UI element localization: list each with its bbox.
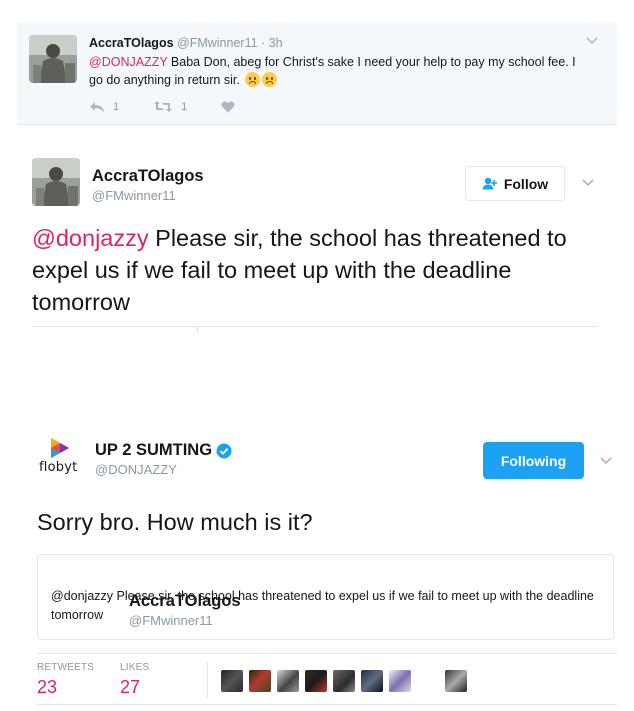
liker-avatar[interactable] bbox=[221, 670, 243, 692]
reply-tweet-text: @DONJAZZY Baba Don, abeg for Christ's sa… bbox=[89, 53, 589, 89]
liker-avatar[interactable] bbox=[361, 670, 383, 692]
follow-label: Follow bbox=[503, 175, 549, 192]
tweet-actions: 1 1 bbox=[89, 100, 269, 113]
follow-button[interactable]: Follow bbox=[465, 166, 565, 201]
liker-avatar[interactable] bbox=[445, 670, 467, 692]
divider bbox=[207, 662, 208, 698]
timestamp[interactable]: · 3h bbox=[261, 36, 283, 50]
divider bbox=[32, 326, 597, 327]
reply-button[interactable]: 1 bbox=[89, 101, 119, 113]
quoted-tweet[interactable]: AccraTOlagos @FMwinner11 @donjazzy Pleas… bbox=[37, 554, 614, 640]
divider bbox=[197, 326, 198, 332]
reply-count: 1 bbox=[113, 100, 120, 113]
brand-avatar[interactable]: flobyt bbox=[37, 434, 85, 482]
display-name[interactable]: UP 2 SUMTING bbox=[95, 441, 212, 460]
main-tweet-text: @donjazzy Please sir, the school has thr… bbox=[32, 222, 602, 318]
retweets-value: 23 bbox=[37, 677, 58, 697]
frowning-face-icon bbox=[245, 72, 261, 87]
liker-avatar[interactable] bbox=[305, 670, 327, 692]
likes-stat[interactable]: LIKES 27 bbox=[120, 662, 149, 698]
verified-badge-icon bbox=[216, 443, 232, 458]
liker-avatar[interactable] bbox=[277, 670, 299, 692]
likes-label: LIKES bbox=[120, 662, 150, 673]
retweet-count: 1 bbox=[181, 100, 188, 113]
liker-avatar[interactable] bbox=[333, 670, 355, 692]
frowning-face-icon bbox=[262, 72, 278, 87]
quoted-tweet-text: @donjazzy Please sir, the school has thr… bbox=[51, 589, 594, 622]
reply-icon bbox=[90, 101, 104, 112]
liker-avatar[interactable] bbox=[249, 670, 271, 692]
brand-logo-text: flobyt bbox=[39, 460, 78, 475]
user-avatar[interactable] bbox=[32, 158, 80, 206]
chevron-down-icon[interactable] bbox=[599, 454, 613, 468]
display-name-row[interactable]: UP 2 SUMTING bbox=[95, 441, 232, 460]
chevron-down-icon[interactable] bbox=[581, 176, 595, 190]
retweets-label: RETWEETS bbox=[37, 662, 95, 673]
liker-avatar[interactable] bbox=[389, 670, 411, 692]
play-logo-icon bbox=[51, 438, 69, 458]
reply-tweet-header: AccraTOlagos @FMwinner11 · 3h bbox=[89, 35, 283, 51]
display-name[interactable]: AccraTOlagos bbox=[89, 36, 174, 50]
mention-link[interactable]: @donjazzy bbox=[32, 225, 149, 251]
display-name[interactable]: AccraTOlagos bbox=[92, 167, 204, 186]
user-handle[interactable]: @FMwinner11 bbox=[177, 36, 258, 50]
tweet-stats: RETWEETS 23 LIKES 27 bbox=[37, 653, 617, 705]
following-button[interactable]: Following bbox=[483, 442, 584, 479]
mention-link[interactable]: @DONJAZZY bbox=[89, 55, 167, 69]
heart-icon bbox=[221, 100, 235, 112]
retweet-icon bbox=[154, 101, 173, 112]
liker-avatar[interactable] bbox=[417, 670, 439, 692]
likes-value: 27 bbox=[120, 677, 141, 697]
retweet-button[interactable]: 1 bbox=[153, 100, 187, 113]
like-button[interactable] bbox=[221, 100, 235, 113]
response-tweet-text: Sorry bro. How much is it? bbox=[37, 509, 313, 535]
liker-avatars bbox=[221, 670, 467, 692]
user-avatar[interactable] bbox=[29, 35, 77, 83]
follow-person-icon bbox=[482, 177, 497, 190]
user-handle[interactable]: @DONJAZZY bbox=[95, 462, 177, 477]
retweets-stat[interactable]: RETWEETS 23 bbox=[37, 662, 94, 698]
user-handle[interactable]: @FMwinner11 bbox=[92, 188, 176, 203]
reply-tweet[interactable]: AccraTOlagos @FMwinner11 · 3h @DONJAZZY … bbox=[17, 22, 617, 125]
response-tweet: flobyt UP 2 SUMTING @DONJAZZY Following … bbox=[17, 418, 617, 708]
main-tweet: AccraTOlagos @FMwinner11 Follow @donjazz… bbox=[17, 140, 617, 332]
chevron-down-icon[interactable] bbox=[585, 34, 599, 48]
